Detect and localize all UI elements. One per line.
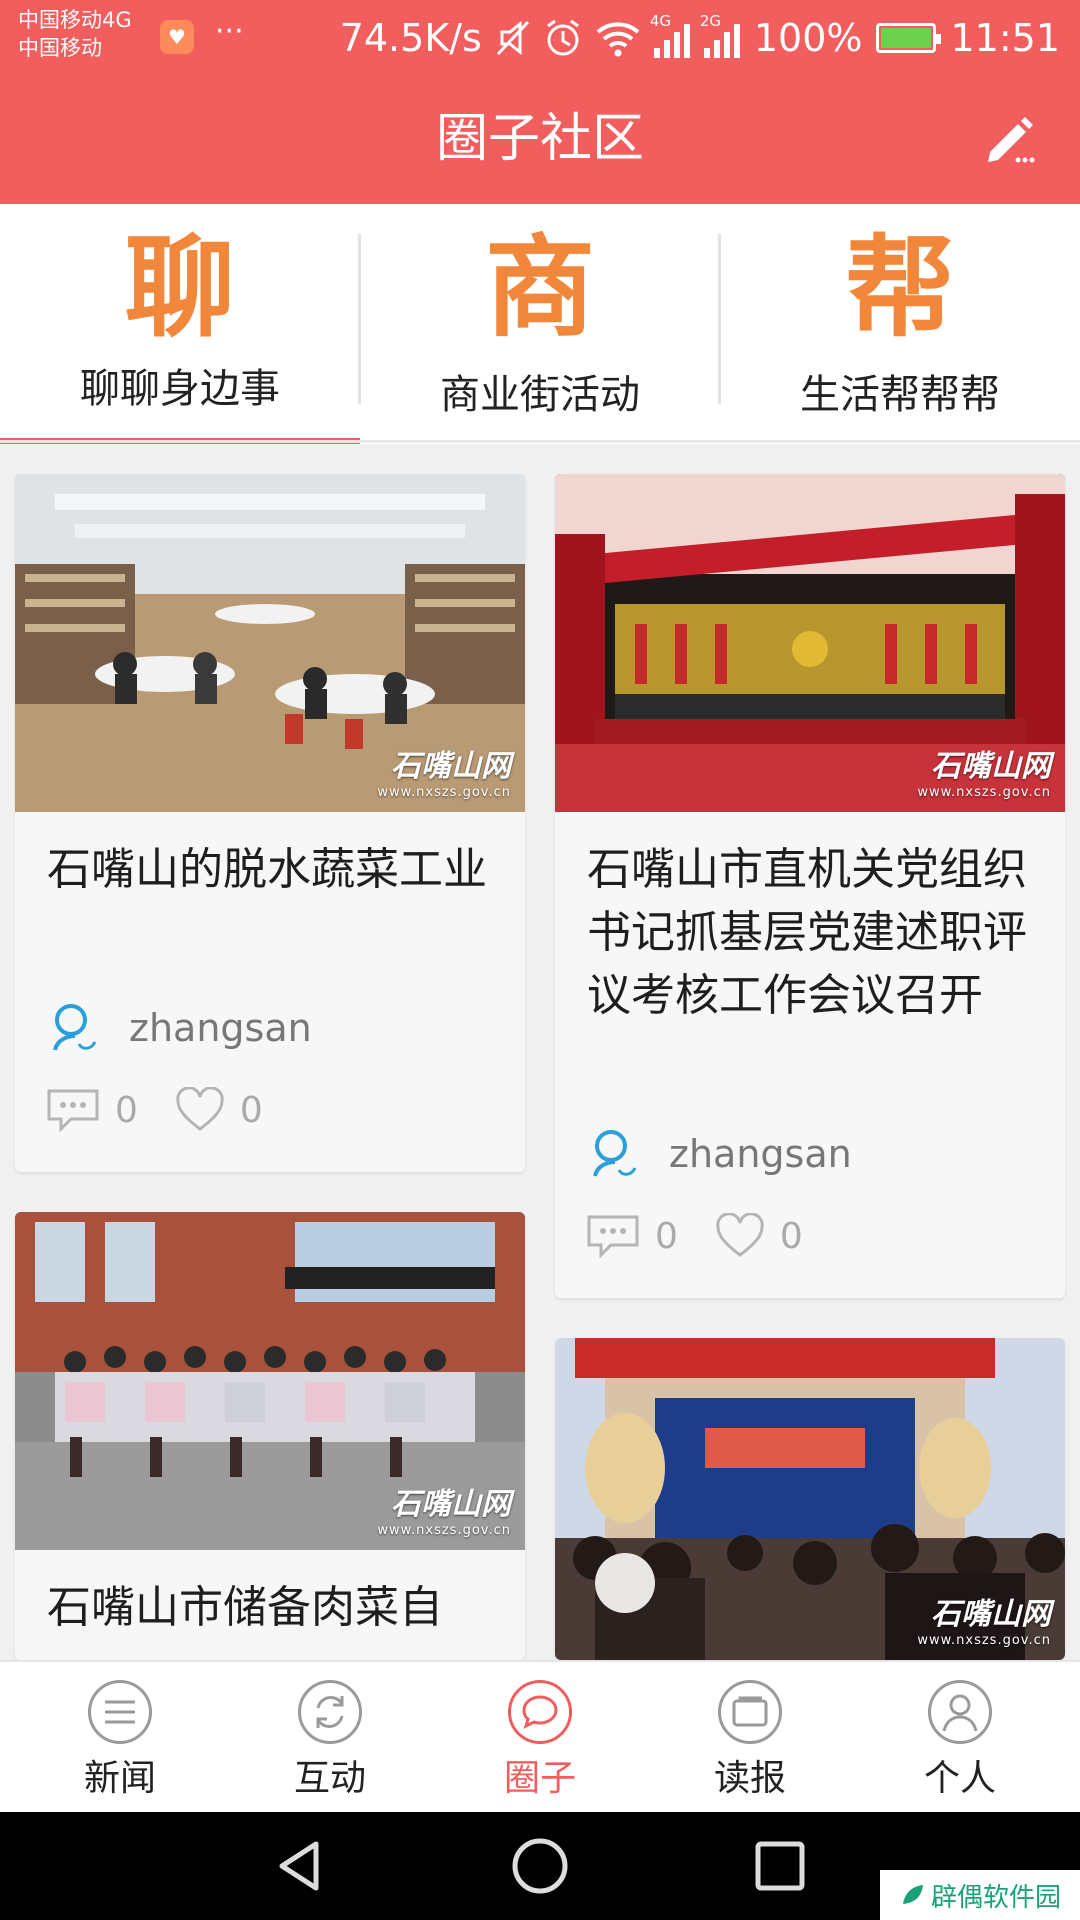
user-avatar-icon	[53, 1004, 97, 1051]
nav-interact[interactable]: 互动	[222, 1662, 438, 1814]
recents-square-icon	[755, 1841, 805, 1891]
post-card[interactable]: 石嘴山网 www.nxszs.gov.cn 石嘴山市储备肉菜自	[15, 1212, 525, 1660]
nav-label: 圈子	[503, 1758, 576, 1799]
newspaper-icon	[718, 1680, 782, 1744]
chat-bubble-icon	[508, 1680, 572, 1744]
heart-icon	[716, 1213, 764, 1257]
image-watermark: 石嘴山网 www.nxszs.gov.cn	[377, 749, 511, 800]
signal-2g-tag: 2G	[699, 12, 722, 30]
post-title[interactable]: 石嘴山市直机关党组织书记抓基层党建述职评议考核工作会议召开	[587, 838, 1037, 1027]
status-bar: 中国移动4G 中国移动 ♥ ··· 74.5K/s 4G 2G 100% 11:…	[0, 0, 1080, 78]
battery-icon	[876, 23, 942, 53]
nav-circle[interactable]: 圈子	[432, 1662, 648, 1814]
signal-2g-icon: 2G	[700, 12, 740, 58]
system-navigation-bar: 辟偶软件园	[0, 1812, 1080, 1920]
more-notifications-icon: ···	[215, 14, 244, 49]
nav-news[interactable]: 新闻	[12, 1662, 228, 1814]
pencil-icon	[988, 117, 1035, 163]
post-card[interactable]: 石嘴山网 www.nxszs.gov.cn	[555, 1338, 1065, 1660]
recents-button[interactable]	[750, 1836, 810, 1896]
comment-count[interactable]: 0	[585, 1213, 678, 1259]
post-image-donation[interactable]: 石嘴山网 www.nxszs.gov.cn	[15, 1212, 525, 1550]
carrier-info: 中国移动4G 中国移动	[18, 6, 132, 62]
author-name: zhangsan	[669, 1132, 852, 1176]
author-name: zhangsan	[129, 1006, 312, 1050]
mute-vibrate-icon	[496, 20, 529, 56]
signal-4g-tag: 4G	[649, 12, 672, 30]
image-watermark: 石嘴山网 www.nxszs.gov.cn	[917, 749, 1051, 800]
back-button[interactable]	[270, 1836, 330, 1896]
refresh-icon	[298, 1680, 362, 1744]
tab-label: 聊聊身边事	[80, 366, 280, 412]
nav-newspaper[interactable]: 读报	[642, 1662, 858, 1814]
post-author[interactable]: zhangsan	[47, 996, 312, 1060]
carrier-line-2: 中国移动	[18, 36, 102, 60]
leaf-logo-icon	[902, 1885, 923, 1904]
post-card[interactable]: 石嘴山网 www.nxszs.gov.cn 石嘴山的脱水蔬菜工业 zhangsa…	[15, 474, 525, 1172]
comment-icon	[47, 1089, 99, 1133]
app-header: 中国移动4G 中国移动 ♥ ··· 74.5K/s 4G 2G 100% 11:…	[0, 0, 1080, 204]
status-indicators: 74.5K/s 4G 2G 100% 11:51	[340, 10, 1060, 66]
tab-business-street[interactable]: 商 商业街活动	[360, 204, 720, 444]
alarm-icon	[546, 19, 579, 56]
tab-label: 生活帮帮帮	[800, 372, 1000, 418]
tab-life-help[interactable]: 帮 生活帮帮帮	[720, 204, 1080, 444]
heart-icon	[176, 1087, 224, 1131]
back-triangle-icon	[279, 1841, 319, 1891]
wifi-icon	[596, 22, 640, 57]
user-avatar-icon	[593, 1130, 637, 1177]
nav-label: 个人	[923, 1758, 996, 1799]
post-title[interactable]: 石嘴山市储备肉菜自	[47, 1576, 497, 1639]
edit-post-button[interactable]	[980, 108, 1040, 168]
signal-4g-icon: 4G	[650, 12, 690, 58]
like-count[interactable]: 0	[174, 1087, 263, 1133]
post-image-meeting[interactable]: 石嘴山网 www.nxszs.gov.cn	[555, 474, 1065, 812]
post-image-library[interactable]: 石嘴山网 www.nxszs.gov.cn	[15, 474, 525, 812]
tab-label: 商业街活动	[440, 372, 640, 418]
business-glyph-icon: 商	[485, 223, 595, 352]
post-stats: 0 0	[45, 1082, 299, 1138]
category-tabs: 聊 聊聊身边事 商 商业街活动 帮 生活帮帮帮	[0, 204, 1080, 444]
comment-count[interactable]: 0	[45, 1087, 138, 1133]
nav-label: 新闻	[83, 1758, 156, 1799]
post-card[interactable]: 石嘴山网 www.nxszs.gov.cn 石嘴山市直机关党组织书记抓基层党建述…	[555, 474, 1065, 1298]
post-author[interactable]: zhangsan	[587, 1122, 852, 1186]
network-speed: 74.5K/s	[339, 16, 482, 60]
like-count[interactable]: 0	[714, 1213, 803, 1259]
nav-label: 读报	[713, 1758, 786, 1799]
battery-percent: 100%	[753, 16, 863, 60]
image-watermark: 石嘴山网 www.nxszs.gov.cn	[377, 1487, 511, 1538]
person-icon	[928, 1680, 992, 1744]
health-app-icon: ♥	[160, 20, 194, 54]
home-button[interactable]	[510, 1836, 570, 1896]
help-glyph-icon: 帮	[845, 223, 955, 352]
tab-chat-nearby[interactable]: 聊 聊聊身边事	[0, 204, 360, 444]
tabs-bottom-border	[0, 440, 1080, 443]
nav-label: 互动	[293, 1758, 366, 1799]
menu-icon	[88, 1680, 152, 1744]
comment-icon	[587, 1215, 639, 1259]
carrier-line-1: 中国移动4G	[18, 8, 132, 32]
site-watermark: 辟偶软件园	[880, 1870, 1080, 1920]
page-title: 圈子社区	[435, 109, 644, 169]
post-title[interactable]: 石嘴山的脱水蔬菜工业	[47, 838, 497, 901]
bottom-navigation: 新闻 互动 圈子 读报 个人	[0, 1660, 1080, 1812]
image-watermark: 石嘴山网 www.nxszs.gov.cn	[917, 1597, 1051, 1648]
home-circle-icon	[512, 1838, 568, 1894]
post-stats: 0 0	[585, 1208, 839, 1264]
chat-glyph-icon: 聊	[125, 223, 235, 352]
clock: 11:51	[950, 16, 1060, 60]
nav-profile[interactable]: 个人	[852, 1662, 1068, 1814]
post-image-theater[interactable]: 石嘴山网 www.nxszs.gov.cn	[555, 1338, 1065, 1660]
